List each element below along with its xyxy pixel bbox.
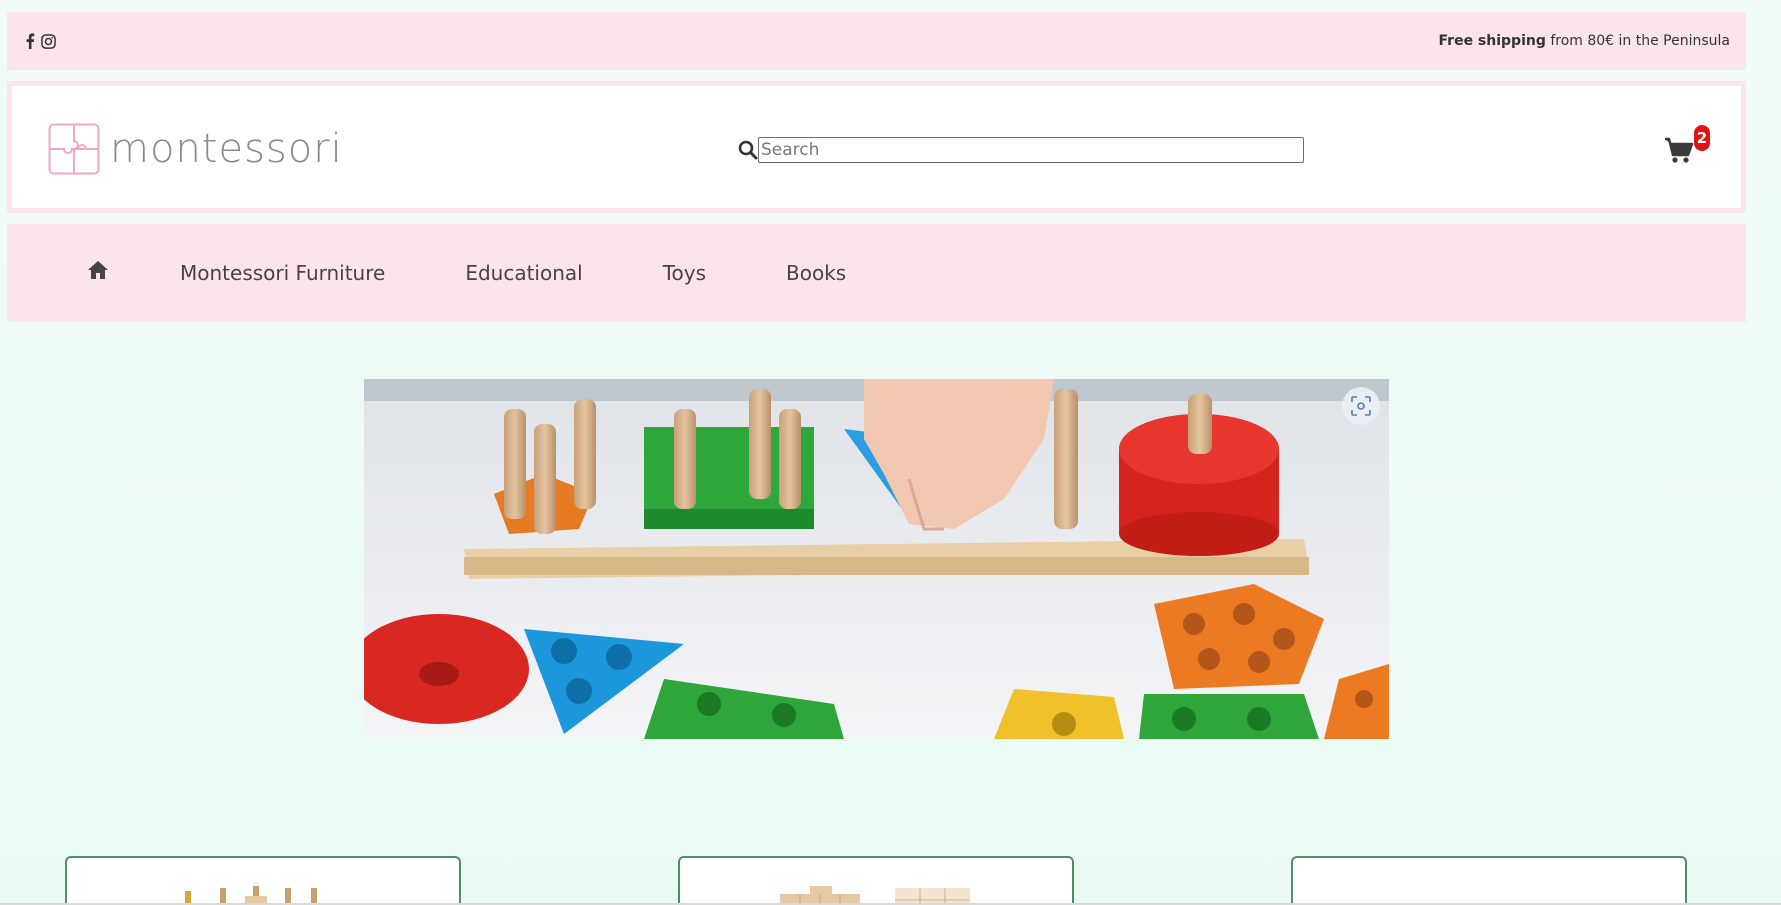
shipping-bold: Free shipping — [1438, 33, 1546, 49]
home-icon[interactable] — [86, 258, 110, 282]
top-bar: Free shipping from 80€ in the Peninsula — [7, 12, 1746, 70]
social-links — [25, 33, 56, 49]
wooden-number-blocks-image — [780, 886, 970, 905]
product-card-1[interactable] — [65, 856, 461, 905]
cart-icon — [1665, 137, 1694, 163]
nav-item-educational[interactable]: Educational — [465, 261, 582, 285]
product-card-2[interactable] — [678, 856, 1074, 905]
search-bar — [738, 137, 1304, 163]
nav-item-books[interactable]: Books — [786, 261, 846, 285]
search-icon[interactable] — [738, 140, 758, 160]
visual-search-button[interactable] — [1342, 387, 1380, 425]
page: Free shipping from 80€ in the Peninsula … — [0, 0, 1781, 905]
shipping-notice: Free shipping from 80€ in the Peninsula — [1439, 33, 1731, 49]
visual-search-icon — [1351, 396, 1371, 416]
cart-button[interactable]: 2 — [1664, 125, 1710, 171]
hero-illustration — [364, 379, 1389, 739]
logo[interactable]: montessori — [48, 123, 343, 175]
instagram-icon[interactable] — [41, 33, 56, 49]
product-card-3[interactable] — [1291, 856, 1687, 905]
nav-item-toys[interactable]: Toys — [663, 261, 706, 285]
facebook-icon[interactable] — [25, 33, 35, 49]
nav-item-montessori-furniture[interactable]: Montessori Furniture — [180, 261, 385, 285]
peg-stacking-toy-image — [185, 886, 317, 905]
header: montessori 2 — [7, 81, 1746, 213]
search-input[interactable] — [758, 137, 1304, 163]
hero-image — [364, 379, 1389, 739]
shipping-text: from 80€ in the Peninsula — [1545, 33, 1730, 49]
cart-count-badge: 2 — [1694, 125, 1710, 151]
main-nav: Montessori Furniture Educational Toys Bo… — [7, 224, 1746, 322]
puzzle-logo-icon — [48, 123, 100, 175]
logo-text: montessori — [110, 126, 343, 172]
